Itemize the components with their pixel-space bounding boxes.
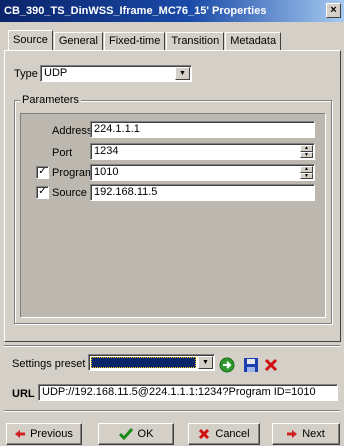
port-label: Port xyxy=(52,147,73,159)
chevron-down-icon[interactable]: ▼ xyxy=(175,67,190,80)
program-id-value: 1010 xyxy=(94,166,119,178)
red-x-icon xyxy=(199,428,210,440)
settings-preset-select[interactable]: ▼ xyxy=(88,354,215,371)
delete-preset-button[interactable] xyxy=(262,356,280,374)
address-value: 224.1.1.1 xyxy=(94,123,140,135)
tab-source[interactable]: Source xyxy=(8,30,53,50)
previous-button[interactable]: Previous xyxy=(6,423,82,445)
red-x-icon xyxy=(264,358,278,372)
settings-preset-label: Settings preset xyxy=(12,358,86,370)
program-id-stepper[interactable]: 1010 ▲ ▼ xyxy=(90,164,315,181)
type-select[interactable]: UDP ▼ xyxy=(40,65,192,82)
program-id-checkbox[interactable]: ✓ xyxy=(36,166,49,179)
chevron-down-icon[interactable]: ▼ xyxy=(198,356,213,369)
port-stepper[interactable]: 1234 ▲ ▼ xyxy=(90,143,315,160)
window-title: CB_390_TS_DinWSS_Iframe_MC76_15' Propert… xyxy=(4,5,267,17)
right-arrow-icon xyxy=(287,430,298,438)
apply-preset-button[interactable] xyxy=(218,356,236,374)
cancel-button[interactable]: Cancel xyxy=(188,423,260,445)
address-label: Address xyxy=(52,125,93,137)
previous-label: Previous xyxy=(30,428,73,440)
tab-general[interactable]: General xyxy=(53,32,103,50)
spin-down-icon[interactable]: ▼ xyxy=(300,151,313,158)
floppy-disk-icon xyxy=(244,358,258,372)
left-arrow-icon xyxy=(15,430,26,438)
next-label: Next xyxy=(302,428,325,440)
divider xyxy=(4,345,340,347)
tab-transition[interactable]: Transition xyxy=(166,32,225,50)
port-spin-buttons[interactable]: ▲ ▼ xyxy=(300,145,313,158)
parameters-title: Parameters xyxy=(20,94,81,106)
settings-preset-value xyxy=(92,358,94,370)
url-field[interactable]: UDP://192.168.11.5@224.1.1.1:1234?Progra… xyxy=(38,384,338,401)
source-label: Source xyxy=(52,187,87,199)
green-arrow-circle-icon xyxy=(219,357,235,373)
source-input[interactable]: 192.168.11.5 xyxy=(90,184,315,201)
address-input[interactable]: 224.1.1.1 xyxy=(90,121,315,138)
type-label: Type xyxy=(14,68,38,80)
program-id-spin-buttons[interactable]: ▲ ▼ xyxy=(300,166,313,179)
ok-button[interactable]: OK xyxy=(98,423,174,445)
port-value: 1234 xyxy=(94,145,119,157)
preset-selection-highlight xyxy=(91,357,196,368)
url-value: UDP://192.168.11.5@224.1.1.1:1234?Progra… xyxy=(42,386,316,398)
spin-down-icon[interactable]: ▼ xyxy=(300,172,313,179)
divider xyxy=(4,410,340,412)
type-value: UDP xyxy=(44,67,68,79)
source-value: 192.168.11.5 xyxy=(94,186,158,198)
next-button[interactable]: Next xyxy=(272,423,340,445)
ok-label: OK xyxy=(137,428,154,440)
checkmark-icon xyxy=(118,428,133,440)
window-title-bar: CB_390_TS_DinWSS_Iframe_MC76_15' Propert… xyxy=(0,0,344,22)
tab-fixed-time[interactable]: Fixed-time xyxy=(104,32,166,50)
close-button[interactable]: × xyxy=(326,3,341,18)
tab-strip: Source General Fixed-time Transition Met… xyxy=(8,30,282,50)
save-preset-button[interactable] xyxy=(242,356,260,374)
cancel-label: Cancel xyxy=(215,428,250,440)
tab-metadata[interactable]: Metadata xyxy=(225,32,282,50)
url-label: URL xyxy=(12,388,35,400)
source-checkbox[interactable]: ✓ xyxy=(36,186,49,199)
